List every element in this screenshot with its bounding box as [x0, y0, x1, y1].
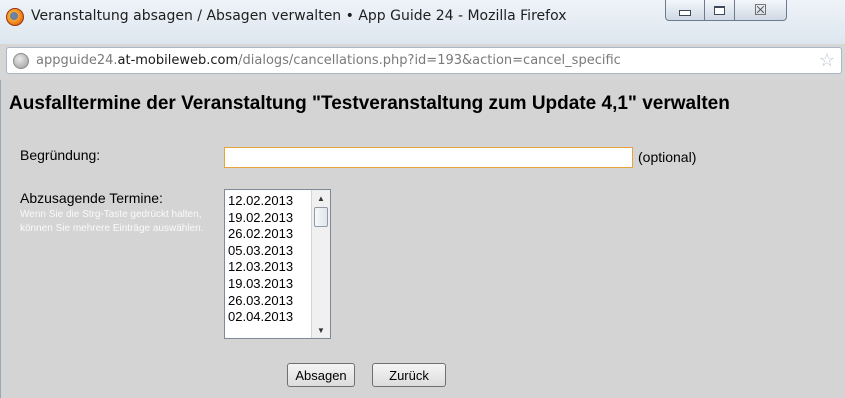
minimize-button[interactable] [665, 0, 705, 21]
star-icon[interactable]: ☆ [819, 50, 835, 70]
page-title: Ausfalltermine der Veranstaltung "Testve… [9, 93, 730, 114]
url-path: /dialogs/cancellations.php?id=193&action… [238, 53, 621, 68]
list-item[interactable]: 26.02.2013 [228, 226, 293, 243]
multi-select-hint: Wenn Sie die Strg-Taste gedrückt halten,… [20, 209, 204, 234]
minimize-icon [679, 10, 691, 16]
scroll-down-icon[interactable]: ▼ [312, 322, 330, 338]
back-button[interactable]: Zurück [372, 363, 446, 387]
optional-hint: (optional) [638, 149, 697, 165]
dates-listbox[interactable]: 12.02.2013 19.02.2013 26.02.2013 05.03.2013… [224, 189, 331, 339]
window-controls: ☒ [665, 0, 842, 22]
firefox-icon [6, 8, 24, 26]
list-item[interactable]: 05.03.2013 [228, 243, 293, 260]
maximize-icon [714, 5, 725, 15]
list-item[interactable]: 19.03.2013 [228, 276, 293, 293]
close-button[interactable]: ☒ [735, 0, 787, 21]
url-prefix: appguide24. [36, 53, 118, 68]
listbox-scrollbar[interactable]: ▲ ▼ [311, 190, 330, 338]
list-item[interactable]: 12.02.2013 [228, 193, 293, 210]
url-bar[interactable]: appguide24.at-mobileweb.com/dialogs/canc… [6, 47, 842, 74]
url-domain: at-mobileweb.com [117, 53, 239, 68]
window-title: Veranstaltung absagen / Absagen verwalte… [31, 8, 567, 24]
title-bar: Veranstaltung absagen / Absagen verwalte… [0, 0, 845, 44]
scroll-thumb[interactable] [314, 207, 328, 227]
list-item[interactable]: 26.03.2013 [228, 293, 293, 310]
reason-label: Begründung: [20, 147, 101, 163]
maximize-button[interactable] [705, 0, 735, 21]
dates-list: 12.02.2013 19.02.2013 26.02.2013 05.03.2013… [228, 193, 293, 326]
reason-input[interactable] [224, 147, 633, 168]
list-item[interactable]: 19.02.2013 [228, 210, 293, 227]
url-text[interactable]: appguide24.at-mobileweb.com/dialogs/canc… [36, 53, 621, 68]
scroll-up-icon[interactable]: ▲ [312, 190, 330, 206]
list-item[interactable]: 12.03.2013 [228, 259, 293, 276]
close-icon: ☒ [753, 2, 768, 19]
page-content: Ausfalltermine der Veranstaltung "Testve… [0, 80, 845, 398]
cancel-dates-button[interactable]: Absagen [287, 363, 355, 387]
dates-label: Abzusagende Termine: [20, 190, 163, 206]
list-item[interactable]: 02.04.2013 [228, 309, 293, 326]
globe-icon [13, 53, 29, 69]
